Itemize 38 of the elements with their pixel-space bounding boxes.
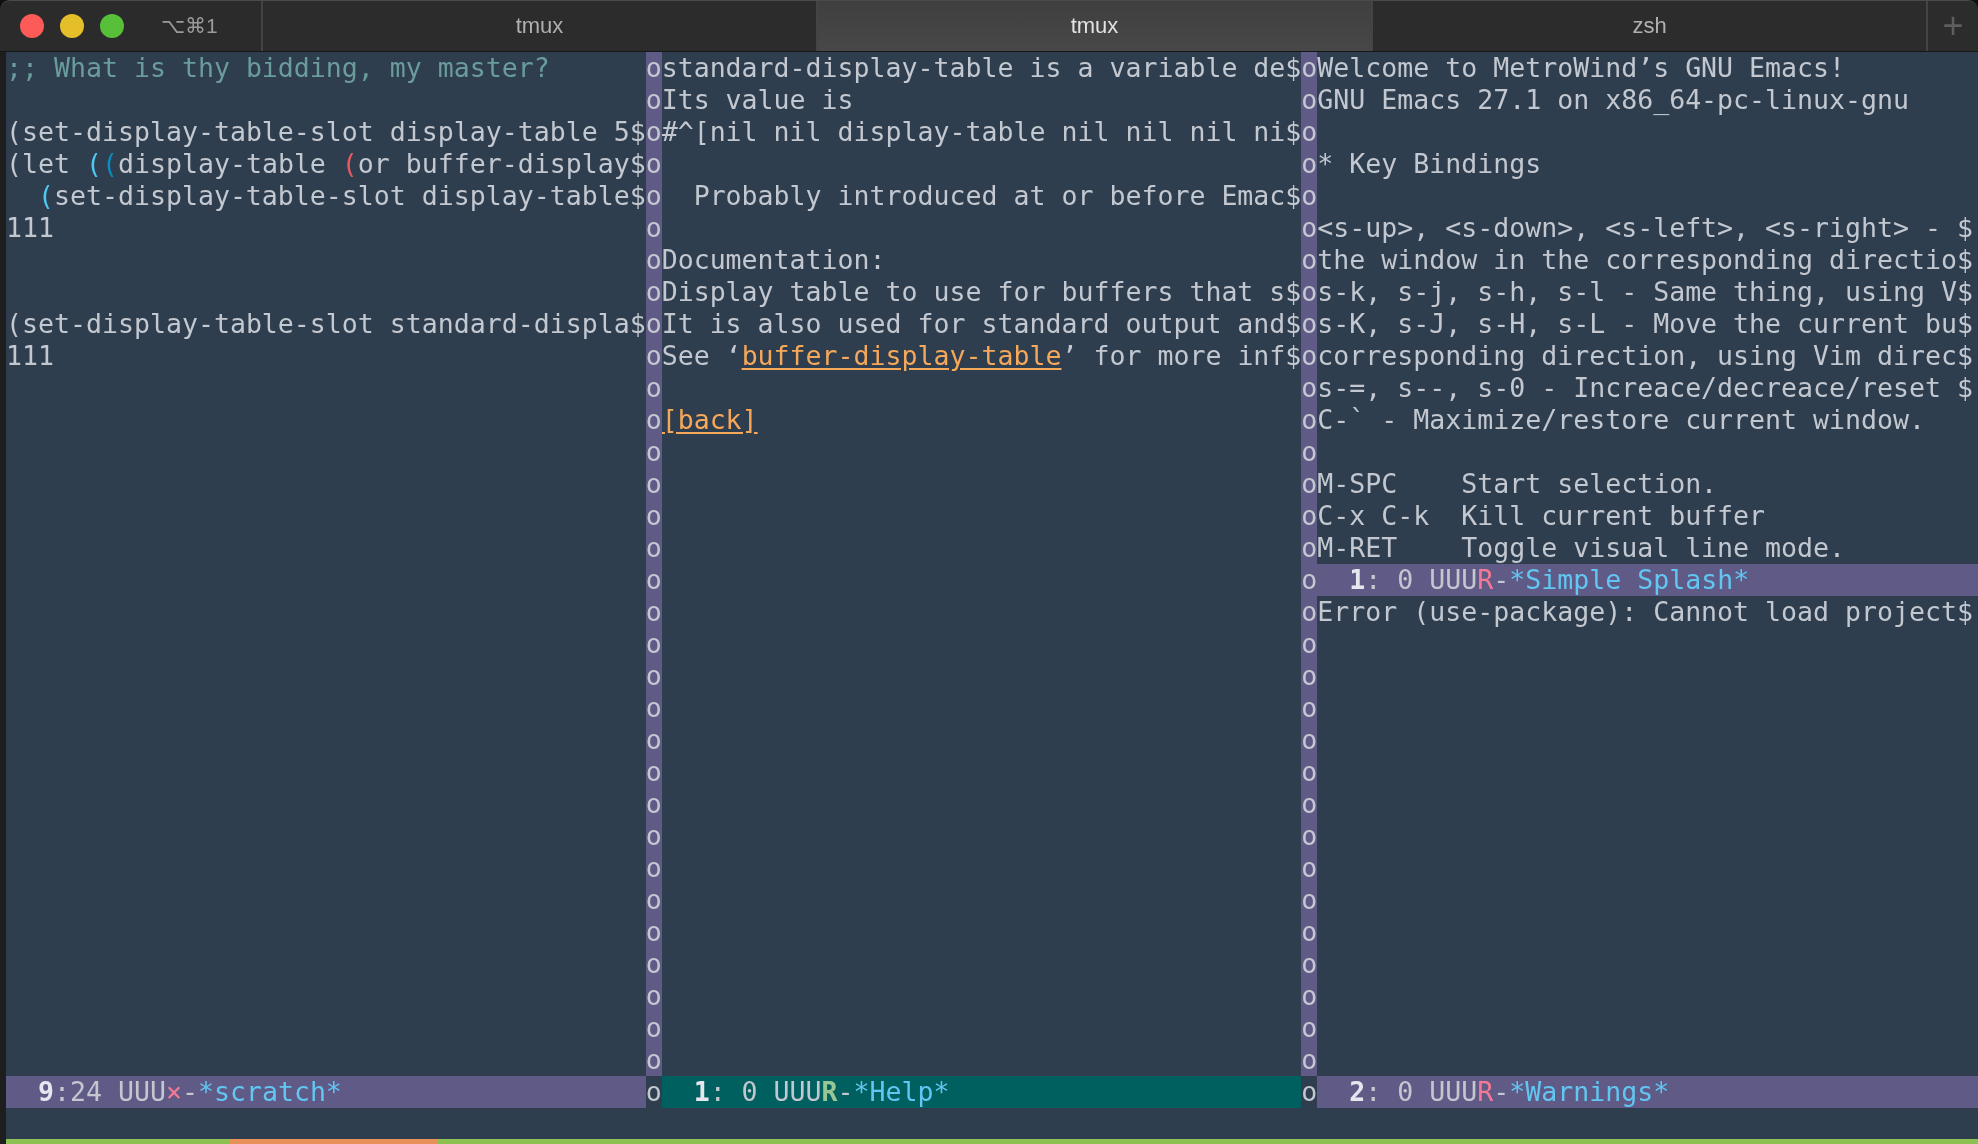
text-line: <s-up>, <s-down>, <s-left>, <s-right> - $: [1317, 212, 1973, 243]
text-link[interactable]: buffer-display-table: [741, 340, 1062, 371]
text-line: Error (use-package): Cannot load project$: [1317, 596, 1973, 627]
code-comment: ;; What is thy bidding, my master?: [6, 52, 550, 83]
code-line: (set-display-table-slot standard-displa$: [6, 308, 646, 339]
text-line: Probably introduced at or before Emac$: [692, 180, 1302, 211]
code-line: 111: [6, 212, 54, 243]
code-line: (set-display-table-slot display-table$: [37, 180, 646, 211]
text-line: GNU Emacs 27.1 on x86_64-pc-linux-gnu: [1317, 84, 1909, 115]
text-line: See ‘buffer-display-table’ for more inf$: [661, 340, 1302, 371]
shortcut-label: ⌥⌘1: [161, 14, 218, 38]
code-line: (set-display-table-slot display-table 5$: [6, 116, 646, 147]
maximize-button[interactable]: [100, 14, 124, 38]
text-line: s-K, s-J, s-H, s-L - Move the current bu$: [1317, 308, 1973, 339]
code-line: (let ((display-table (or buffer-display$: [6, 148, 646, 179]
divider-glyph: o: [1301, 1076, 1318, 1108]
text-line: standard-display-table is a variable de$: [661, 52, 1302, 83]
text-line: Welcome to MetroWind’s GNU Emacs!: [1317, 52, 1846, 83]
text-line: Its value is: [661, 84, 854, 115]
code-line: 111: [6, 340, 54, 371]
text-line: M-RET Toggle visual line mode.: [1317, 532, 1846, 563]
text-line: C-x C-k Kill current buffer: [1317, 500, 1766, 531]
text-line: the window in the corresponding directio$: [1317, 244, 1973, 275]
minimize-button[interactable]: [60, 14, 84, 38]
divider-glyph: o: [645, 1076, 662, 1108]
text-line: * Key Bindings: [1317, 148, 1542, 179]
text-line: s-=, s--, s-0 - Increace/decreace/reset $: [1317, 372, 1973, 403]
text-line: C-` - Maximize/restore current window.: [1317, 404, 1925, 435]
text-line: Documentation:: [661, 244, 886, 275]
text-line: #^[nil nil display-table nil nil nil ni$: [661, 116, 1302, 147]
text-line: M-SPC Start selection.: [1317, 468, 1718, 499]
close-button[interactable]: [20, 14, 44, 38]
text-line: corresponding direction, using Vim direc$: [1317, 340, 1973, 371]
text-line: It is also used for standard output and$: [661, 308, 1302, 339]
text-line: s-k, s-j, s-h, s-l - Same thing, using V$: [1317, 276, 1973, 307]
text-line: Display table to use for buffers that s$: [661, 276, 1302, 307]
text-link[interactable]: [back]: [661, 404, 758, 435]
tab[interactable]: tmux: [816, 1, 1371, 51]
